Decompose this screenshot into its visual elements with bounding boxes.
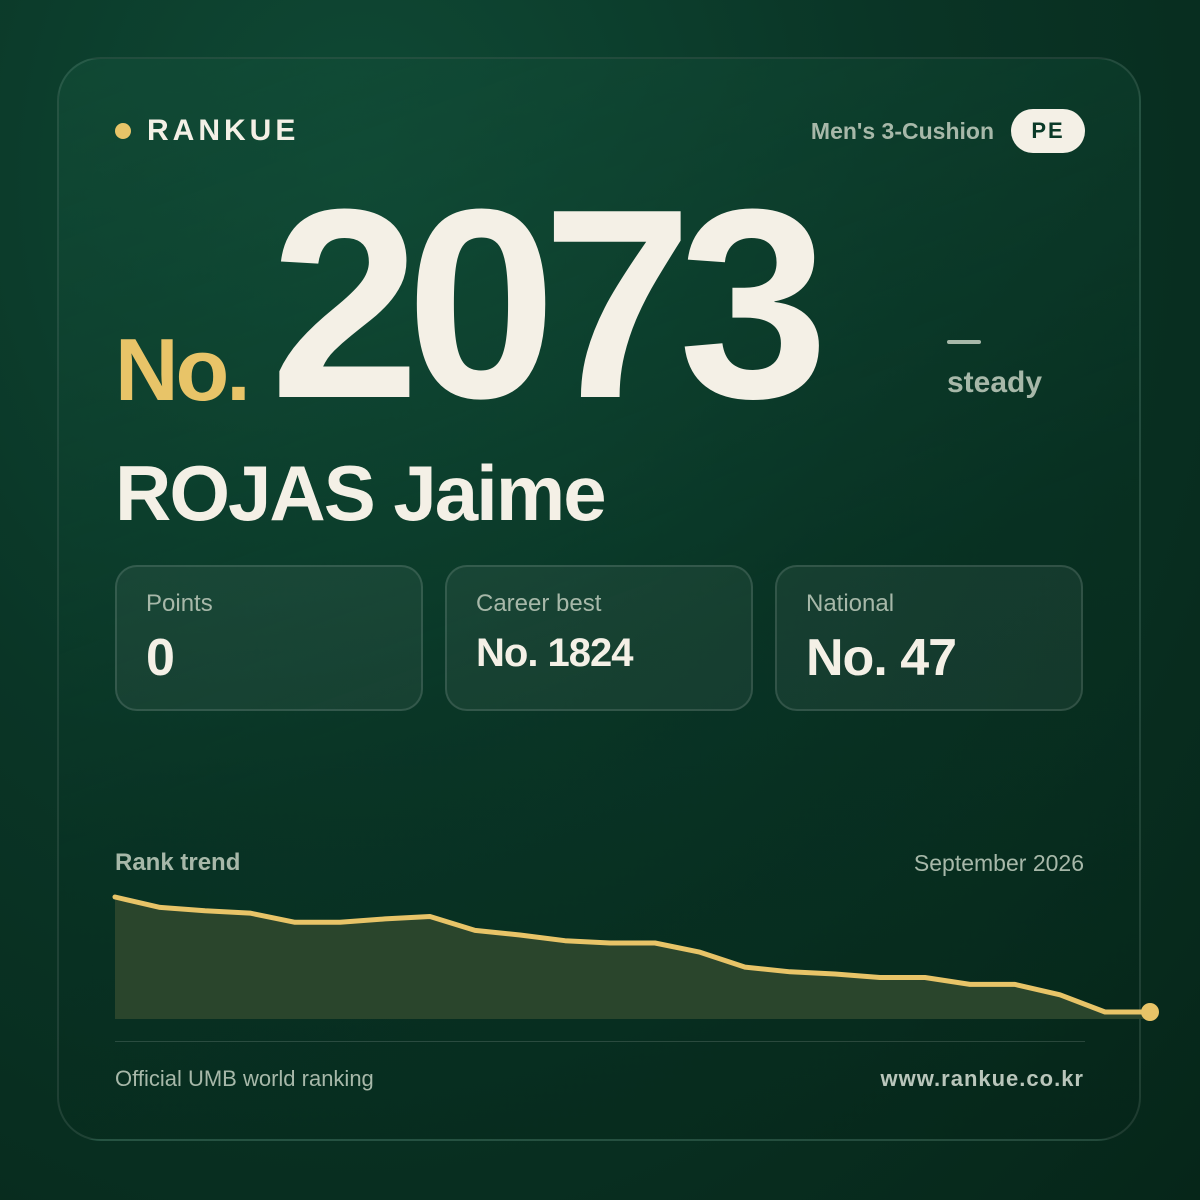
rank-trend-chart	[112, 894, 1159, 1021]
footer-divider	[115, 1041, 1085, 1042]
website-link[interactable]: www.rankue.co.kr	[881, 1065, 1084, 1093]
trend-endpoint-marker	[1141, 1003, 1159, 1021]
footer-source: Official UMB world ranking	[115, 1066, 374, 1091]
